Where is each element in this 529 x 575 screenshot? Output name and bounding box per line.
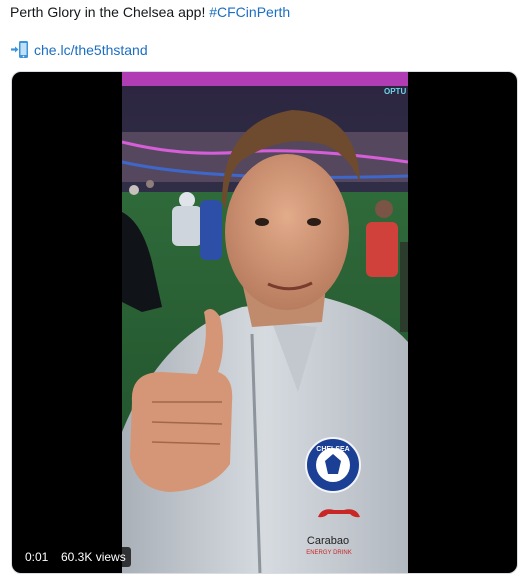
video-views: 60.3K views <box>56 547 131 567</box>
svg-text:Carabao: Carabao <box>307 535 349 547</box>
tweet-body: Perth Glory in the Chelsea app! <box>10 4 210 20</box>
video-time: 0:01 <box>20 547 54 567</box>
svg-text:CHELSEA: CHELSEA <box>316 446 349 453</box>
video-card[interactable]: CHELSEA Carabao ENERGY DRINK OPTU 0:01 6… <box>11 71 518 574</box>
phone-arrow-icon <box>10 40 30 60</box>
svg-text:OPTU: OPTU <box>384 87 406 96</box>
hashtag-link[interactable]: #CFCinPerth <box>209 4 290 20</box>
tweet-text: Perth Glory in the Chelsea app! #CFCinPe… <box>10 3 290 21</box>
short-link[interactable]: che.lc/the5thstand <box>34 41 148 59</box>
video-frame[interactable]: CHELSEA Carabao ENERGY DRINK OPTU <box>122 72 408 573</box>
svg-text:ENERGY DRINK: ENERGY DRINK <box>306 550 352 556</box>
link-row: che.lc/the5thstand <box>10 40 148 60</box>
